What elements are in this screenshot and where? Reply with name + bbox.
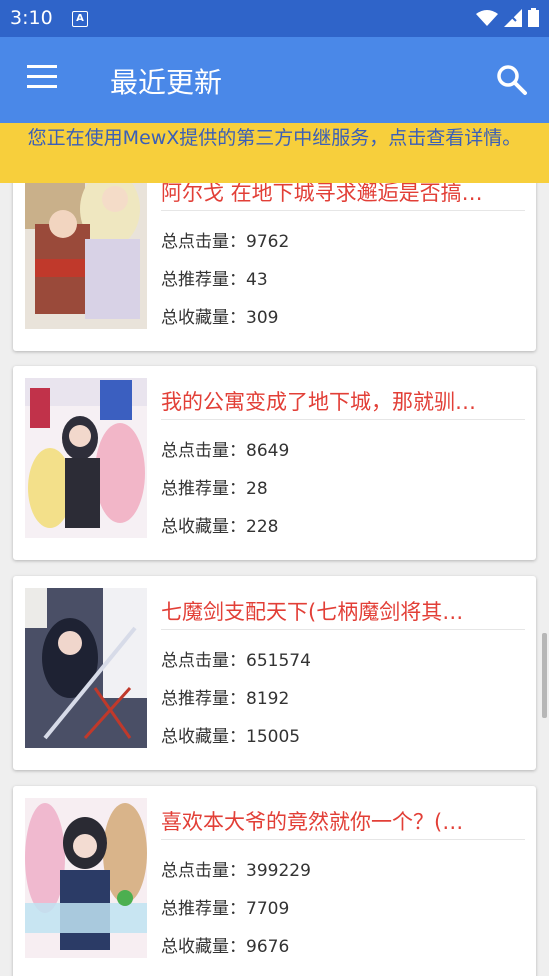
stat-favorites: 总收藏量：9676 xyxy=(161,932,289,957)
stat-recommends-label: 总推荐量： xyxy=(161,689,246,709)
stat-clicks-label: 总点击量： xyxy=(161,651,246,671)
stat-recommends-value: 8192 xyxy=(246,689,290,709)
stat-favorites-value: 15005 xyxy=(246,727,301,747)
stat-recommends: 总推荐量：7709 xyxy=(161,894,289,919)
novel-card[interactable]: 七魔剑支配天下(七柄魔剑将其… 总点击量：651574 总推荐量：8192 总收… xyxy=(13,576,536,770)
scrollbar-thumb[interactable] xyxy=(542,633,547,718)
stat-clicks-value: 651574 xyxy=(246,651,311,671)
novel-title: 喜欢本大爷的竟然就你一个？(… xyxy=(161,806,525,840)
stat-recommends-value: 28 xyxy=(246,479,268,499)
stat-clicks: 总点击量：8649 xyxy=(161,436,289,461)
status-icons xyxy=(476,8,539,27)
stat-clicks: 总点击量：651574 xyxy=(161,646,311,671)
stat-recommends-value: 7709 xyxy=(246,899,290,919)
stat-favorites-label: 总收藏量： xyxy=(161,517,246,537)
stat-recommends: 总推荐量：8192 xyxy=(161,684,289,709)
stat-clicks-value: 9762 xyxy=(246,232,290,252)
novel-list: 阿尔戈 在地下城寻求邂逅是否搞… 总点击量：9762 总推荐量：43 总收藏量：… xyxy=(0,183,549,976)
stat-recommends-label: 总推荐量： xyxy=(161,479,246,499)
wifi-icon xyxy=(476,9,498,26)
battery-icon xyxy=(528,8,539,27)
stat-favorites-value: 309 xyxy=(246,308,279,328)
novel-title: 七魔剑支配天下(七柄魔剑将其… xyxy=(161,596,525,630)
menu-icon[interactable] xyxy=(24,65,60,95)
stat-favorites-label: 总收藏量： xyxy=(161,308,246,328)
status-a-icon: A xyxy=(72,11,88,27)
stat-recommends-label: 总推荐量： xyxy=(161,270,246,290)
relay-notice-banner[interactable]: 您正在使用MewX提供的第三方中继服务，点击查看详情。 xyxy=(0,123,549,183)
stat-recommends-value: 43 xyxy=(246,270,268,290)
status-bar: 3:10 A xyxy=(0,0,549,37)
search-icon[interactable] xyxy=(495,63,529,97)
novel-card[interactable]: 阿尔戈 在地下城寻求邂逅是否搞… 总点击量：9762 总推荐量：43 总收藏量：… xyxy=(13,183,536,351)
novel-title: 我的公寓变成了地下城，那就驯… xyxy=(161,386,525,420)
stat-favorites: 总收藏量：15005 xyxy=(161,722,300,747)
stat-clicks-label: 总点击量： xyxy=(161,861,246,881)
novel-card[interactable]: 我的公寓变成了地下城，那就驯… 总点击量：8649 总推荐量：28 总收藏量：2… xyxy=(13,366,536,560)
stat-favorites: 总收藏量：228 xyxy=(161,512,278,537)
novel-cover-image xyxy=(25,798,147,958)
novel-title: 阿尔戈 在地下城寻求邂逅是否搞… xyxy=(161,183,525,211)
signal-icon xyxy=(504,8,522,27)
stat-favorites-value: 228 xyxy=(246,517,279,537)
stat-clicks: 总点击量：9762 xyxy=(161,227,289,252)
stat-clicks-value: 8649 xyxy=(246,441,290,461)
novel-cover-image xyxy=(25,378,147,538)
stat-favorites: 总收藏量：309 xyxy=(161,303,278,328)
novel-cover-image xyxy=(25,183,147,329)
novel-card[interactable]: 喜欢本大爷的竟然就你一个？(… 总点击量：399229 总推荐量：7709 总收… xyxy=(13,786,536,976)
stat-clicks-label: 总点击量： xyxy=(161,441,246,461)
stat-recommends: 总推荐量：43 xyxy=(161,265,268,290)
stat-clicks-value: 399229 xyxy=(246,861,311,881)
stat-recommends: 总推荐量：28 xyxy=(161,474,268,499)
stat-clicks-label: 总点击量： xyxy=(161,232,246,252)
stat-recommends-label: 总推荐量： xyxy=(161,899,246,919)
stat-favorites-value: 9676 xyxy=(246,937,290,957)
app-bar: 最近更新 xyxy=(0,37,549,123)
stat-favorites-label: 总收藏量： xyxy=(161,727,246,747)
status-time: 3:10 xyxy=(10,7,53,29)
novel-cover-image xyxy=(25,588,147,748)
page-title: 最近更新 xyxy=(110,66,223,99)
stat-favorites-label: 总收藏量： xyxy=(161,937,246,957)
stat-clicks: 总点击量：399229 xyxy=(161,856,311,881)
